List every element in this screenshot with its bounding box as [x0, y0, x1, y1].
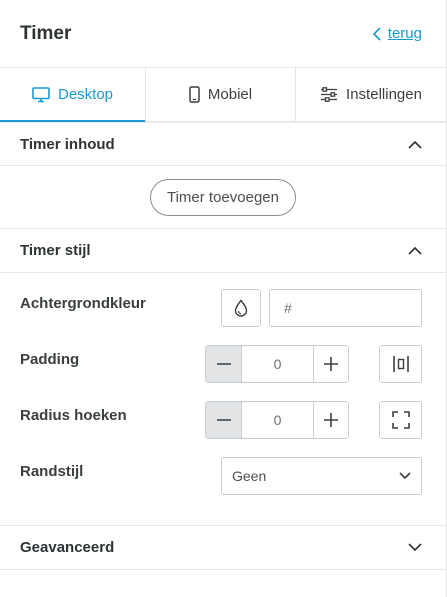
corner-radius-row: Radius hoeken 0 — [20, 401, 422, 457]
plus-icon — [324, 413, 338, 427]
radius-increment-button[interactable] — [314, 402, 348, 438]
page-title: Timer — [20, 22, 72, 44]
device-tabs: Desktop Mobiel Instellingen — [0, 68, 446, 122]
padding-increment-button[interactable] — [314, 346, 348, 382]
back-link[interactable]: terug — [372, 25, 422, 42]
section-title: Timer stijl — [20, 242, 91, 259]
border-style-value: Geen — [232, 468, 267, 484]
padding-sides-button[interactable] — [379, 345, 422, 383]
monitor-icon — [32, 86, 50, 102]
timer-style-body: Achtergrondkleur # Padding 0 Radius hoek… — [0, 273, 446, 526]
tab-mobile[interactable]: Mobiel — [146, 68, 296, 121]
radius-decrement-button[interactable] — [206, 402, 242, 438]
section-title: Timer inhoud — [20, 135, 115, 153]
timer-panel: Timer terug Desktop Mobiel Instellingen … — [0, 0, 447, 597]
radius-value[interactable]: 0 — [242, 402, 314, 438]
tab-mobile-label: Mobiel — [207, 86, 253, 103]
droplet-icon — [234, 299, 248, 317]
tab-settings[interactable]: Instellingen — [296, 68, 446, 121]
tab-desktop[interactable]: Desktop — [0, 68, 146, 122]
tab-desktop-label: Desktop — [57, 86, 114, 103]
border-style-select[interactable]: Geen — [221, 457, 422, 495]
border-style-row: Randstijl Geen — [20, 457, 422, 505]
corners-icon — [391, 411, 410, 429]
sliders-icon — [321, 87, 338, 102]
minus-icon — [216, 363, 231, 365]
padding-label: Padding — [20, 351, 80, 368]
chevron-down-icon — [399, 472, 411, 480]
radius-stepper: 0 — [205, 401, 349, 439]
color-hex-input[interactable]: # — [269, 289, 422, 327]
padding-decrement-button[interactable] — [206, 346, 242, 382]
chevron-up-icon — [408, 140, 422, 149]
section-header-timer-style[interactable]: Timer stijl — [0, 229, 446, 273]
padding-stepper: 0 — [205, 345, 349, 383]
padding-row: Padding 0 — [20, 345, 422, 401]
padding-sides-icon — [392, 356, 409, 372]
padding-value[interactable]: 0 — [242, 346, 314, 382]
corner-radius-label: Radius hoeken — [20, 407, 127, 424]
radius-corners-button[interactable] — [379, 401, 422, 439]
section-title: Geavanceerd — [20, 539, 115, 556]
back-link-label: terug — [387, 25, 422, 42]
section-header-advanced[interactable]: Geavanceerd — [0, 526, 446, 570]
border-style-label: Randstijl — [20, 463, 84, 480]
add-timer-button[interactable]: Timer toevoegen — [149, 178, 296, 216]
color-picker-button[interactable] — [221, 289, 261, 327]
mobile-icon — [189, 86, 200, 103]
chevron-down-icon — [408, 543, 422, 552]
panel-header: Timer terug — [0, 0, 446, 68]
tab-settings-label: Instellingen — [346, 86, 422, 103]
background-color-row: Achtergrondkleur # — [20, 289, 422, 345]
chevron-left-icon — [372, 26, 381, 41]
timer-content-body: Timer toevoegen — [0, 166, 446, 229]
background-color-label: Achtergrondkleur — [20, 295, 146, 312]
minus-icon — [216, 419, 231, 421]
plus-icon — [324, 357, 338, 371]
section-header-timer-content[interactable]: Timer inhoud — [0, 122, 446, 166]
chevron-up-icon — [408, 246, 422, 255]
